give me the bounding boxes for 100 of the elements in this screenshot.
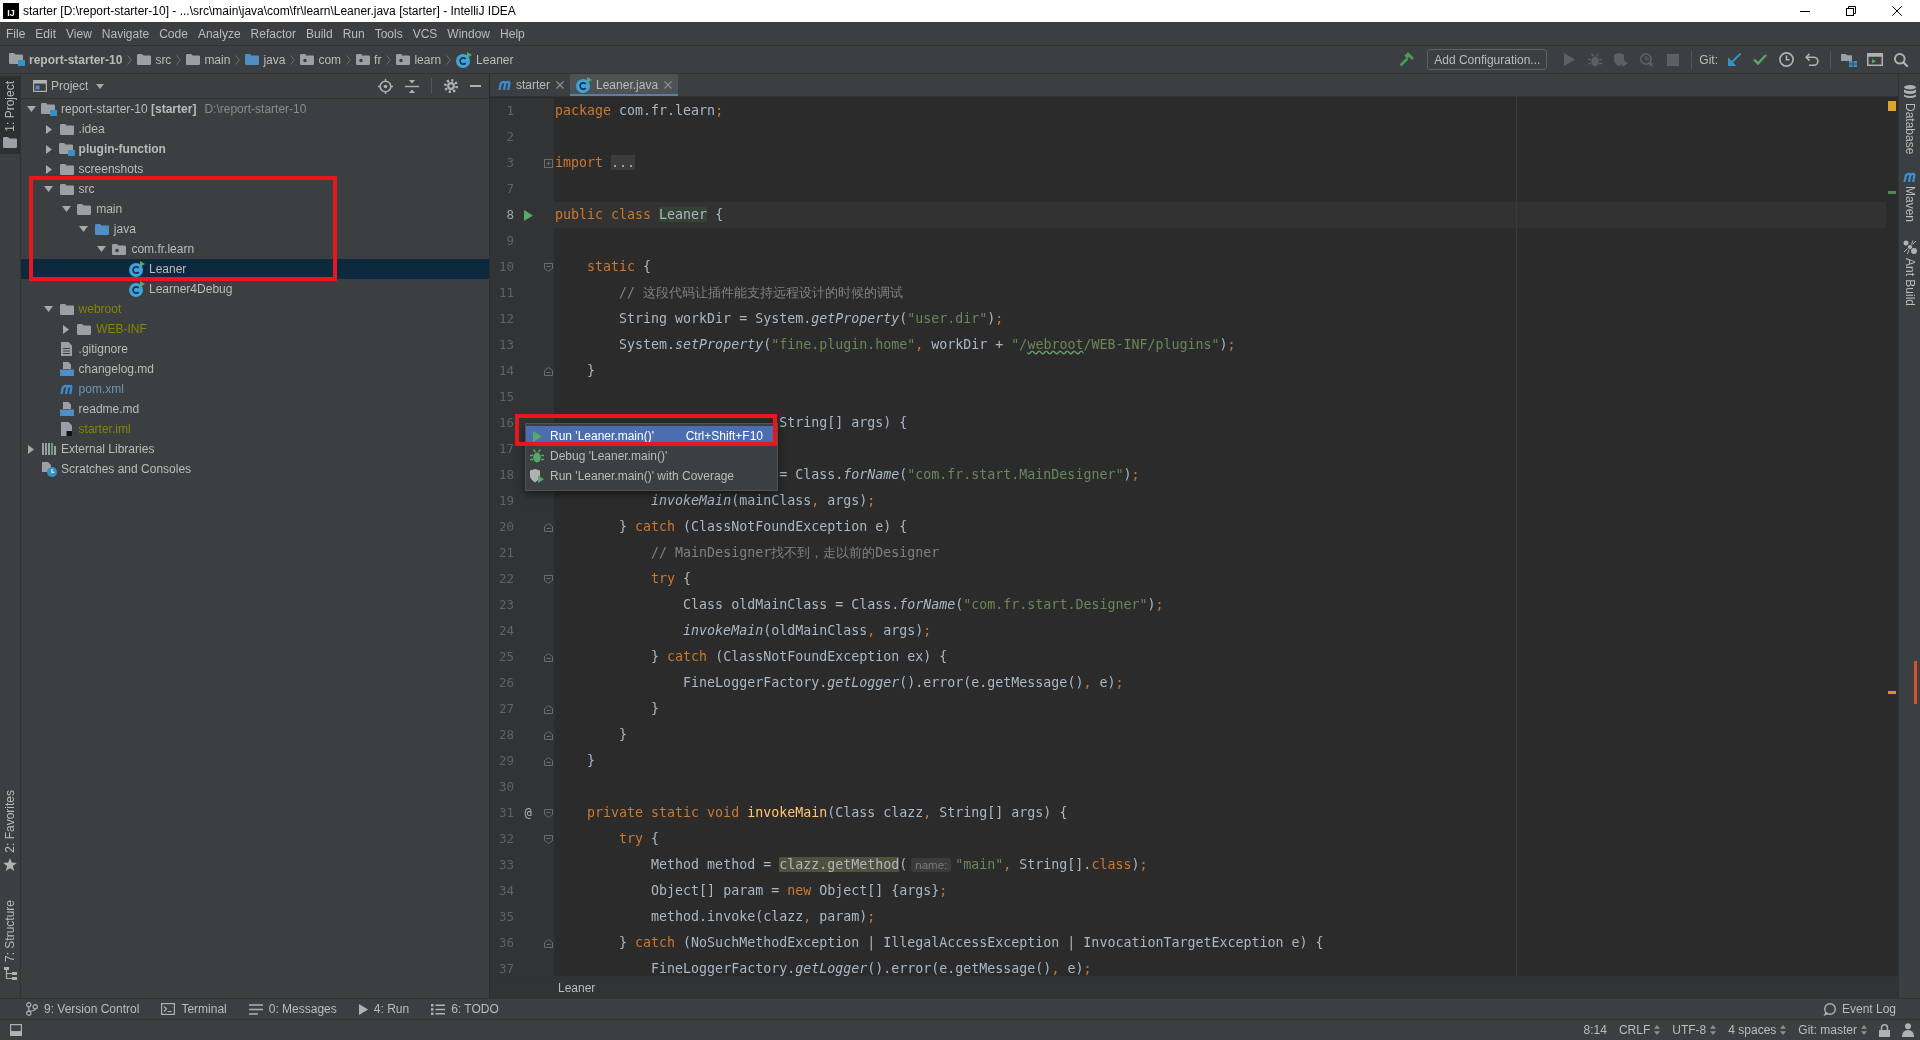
tool-window-tab[interactable]: 2: Favorites [0,785,20,877]
gutter-mark[interactable]: @ [524,806,532,820]
menu-item[interactable]: Build [300,24,338,43]
tree-item[interactable]: pom.xml [78,382,124,396]
clock-icon[interactable] [1778,52,1794,67]
fold-icon[interactable] [543,652,553,662]
hammer-icon[interactable] [1398,52,1414,67]
triangle-down-icon[interactable] [26,106,36,112]
tool-window-tab[interactable]: 7: Structure [0,894,20,986]
fold-icon[interactable] [543,756,553,766]
fold-icon[interactable] [543,730,553,740]
tool-window-button[interactable]: Terminal [157,1002,231,1016]
minimize-icon[interactable] [1800,10,1810,12]
fold-icon[interactable] [543,834,553,844]
change-marker[interactable] [1888,191,1896,194]
collapse-all-icon[interactable] [405,79,419,93]
tree-item[interactable]: changelog.md [78,362,154,376]
triangle-down-icon[interactable] [79,226,89,232]
fold-icon[interactable] [543,808,553,818]
breadcrumb-item[interactable]: fr [356,51,382,68]
menu-item[interactable]: Tools [369,24,408,43]
menu-item[interactable]: VCS [407,24,443,43]
tree-item[interactable]: .gitignore [78,342,128,356]
tree-item[interactable]: main [96,202,123,216]
tool-window-tab[interactable]: 1: Project [0,76,20,154]
triangle-down-icon[interactable] [44,306,54,312]
fold-icon[interactable] [543,262,553,272]
menu-item[interactable]: Refactor [245,24,301,43]
status-item[interactable]: 4 spaces [1728,1023,1787,1037]
menu-item[interactable]: Window [442,24,496,43]
triangle-right-icon[interactable] [45,124,52,134]
tool-window-button[interactable]: 4: Run [354,1002,414,1016]
triangle-down-icon[interactable] [44,186,54,192]
menu-item[interactable]: Analyze [192,24,246,43]
breadcrumb-item[interactable]: java [245,51,286,68]
status-item[interactable]: 8:14 [1583,1023,1607,1037]
person-icon[interactable] [1902,1023,1914,1037]
tree-item[interactable]: Learner4Debug [149,282,233,296]
tool-window-tab[interactable]: Maven [1902,172,1917,223]
tree-item[interactable]: Leaner [149,262,187,276]
tool-window-tab[interactable]: Ant Build [1902,240,1917,307]
editor-tab[interactable]: Leaner.java [570,74,679,96]
status-item[interactable]: UTF-8 [1672,1023,1717,1037]
menu-item[interactable]: Run 'Leaner.main()' with Coverage [526,466,777,486]
settings-icon[interactable] [444,79,458,93]
tree-item[interactable]: src [78,182,95,196]
tool-window-button[interactable]: Event Log [1818,1002,1900,1016]
checkmark-icon[interactable] [1753,54,1767,65]
tree-item[interactable]: External Libraries [61,442,155,456]
menu-item[interactable]: Edit [30,24,62,43]
menu-item[interactable]: Debug 'Leaner.main()' [526,446,777,466]
tool-window-button[interactable]: 0: Messages [244,1002,341,1016]
menu-item[interactable]: Navigate [96,24,155,43]
tool-window-tab[interactable]: Database [1902,85,1917,155]
folder-grid-icon[interactable] [1841,52,1857,67]
tool-window-button[interactable]: 9: Version Control [22,1002,144,1016]
restore-icon[interactable] [1846,6,1856,16]
tree-item[interactable]: .idea [78,122,105,136]
tree-item[interactable]: java [113,222,136,236]
scrollbar-thumb[interactable] [1914,661,1917,704]
window-icon[interactable] [1867,53,1883,66]
fold-icon[interactable] [543,366,553,376]
triangle-down-icon[interactable] [96,246,106,252]
breadcrumb-item[interactable]: com [300,51,342,68]
play-icon[interactable] [523,209,533,221]
triangle-right-icon[interactable] [45,164,52,174]
breadcrumb-item[interactable]: report-starter-10 [9,51,123,68]
triangle-down-icon[interactable] [61,206,71,212]
menu-item[interactable]: File [1,24,31,43]
view-dropdown[interactable]: Project [51,79,105,93]
arrow-down-left-icon[interactable] [1727,53,1741,66]
fold-plus-icon[interactable] [543,158,553,168]
fold-icon[interactable] [543,522,553,532]
tree-item[interactable]: readme.md [78,402,140,416]
tree-item[interactable]: Scratches and Consoles [61,462,192,476]
tree-item[interactable]: com.fr.learn [131,242,195,256]
warning-marker[interactable] [1888,691,1896,694]
tree-item[interactable]: report-starter-10 [starter] [61,102,197,116]
fold-icon[interactable] [543,704,553,714]
locate-icon[interactable] [378,78,393,94]
menu-item[interactable]: View [61,24,97,43]
triangle-right-icon[interactable] [45,144,52,154]
fold-icon[interactable] [543,938,553,948]
editor-tab[interactable]: starter [492,74,570,96]
tool-window-button[interactable]: 6: TODO [427,1002,503,1016]
menu-item[interactable]: Run [337,24,370,43]
tree-item[interactable]: screenshots [78,162,144,176]
tree-item[interactable]: plugin-function [78,142,166,156]
triangle-right-icon[interactable] [28,444,34,454]
fold-icon[interactable] [543,574,553,584]
triangle-right-icon[interactable] [63,324,70,334]
configuration-button[interactable]: Add Configuration... [1427,49,1548,70]
breadcrumb-item[interactable]: learn [396,51,442,68]
status-item[interactable]: Git: master [1798,1023,1867,1037]
panel-toggle-icon[interactable] [10,1024,22,1036]
breadcrumb-item[interactable]: src [137,51,172,68]
breadcrumb-item[interactable]: Leaner [558,980,596,995]
breadcrumb-item[interactable]: main [186,51,231,68]
close-icon[interactable] [1892,6,1902,16]
status-item[interactable]: CRLF [1618,1023,1661,1037]
